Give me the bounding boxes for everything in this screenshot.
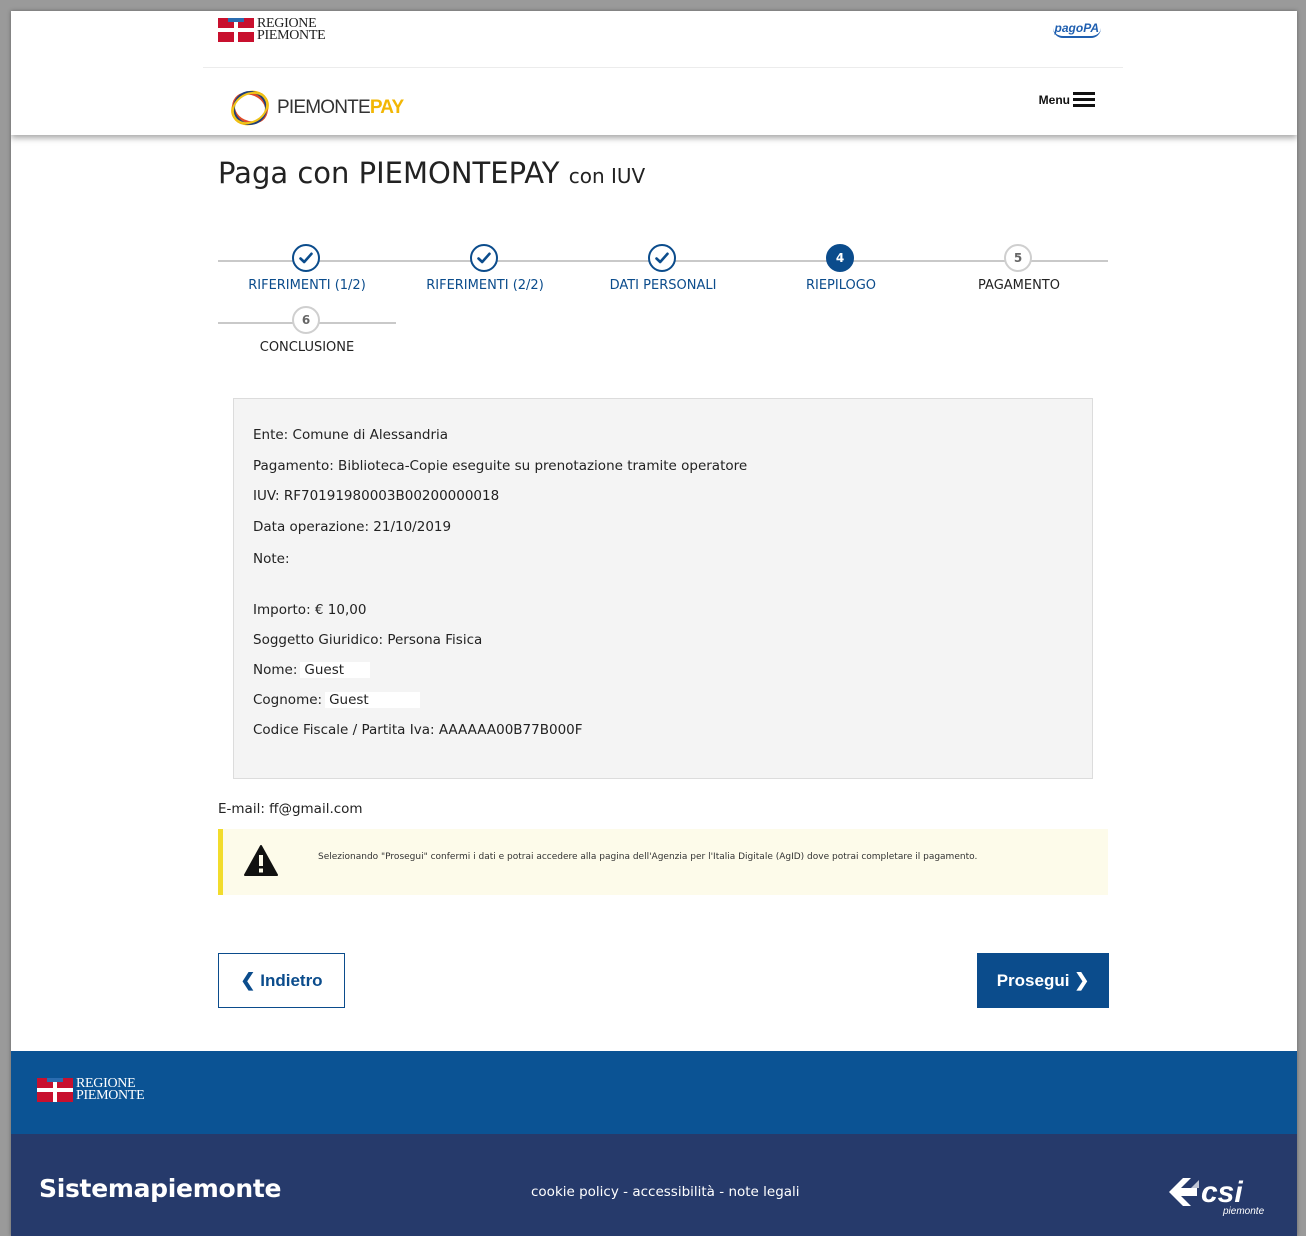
step-pagamento: 5 PAGAMENTO xyxy=(930,243,1108,303)
browser-page: REGIONE PIEMONTE pagoPA PIEMONTEPAY Menu… xyxy=(11,11,1297,1236)
warning-message: Selezionando "Prosegui" confermi i dati … xyxy=(318,852,978,862)
accessibility-link[interactable]: accessibilità xyxy=(632,1184,715,1200)
page-title-suffix: con IUV xyxy=(568,164,646,188)
nome-value: Guest xyxy=(300,662,371,678)
nome-label: Nome: xyxy=(253,662,298,678)
piemontepay-ring-icon xyxy=(231,90,269,126)
regione-piemonte-logo[interactable]: REGIONE PIEMONTE xyxy=(218,17,326,43)
legal-notes-link[interactable]: note legali xyxy=(728,1184,799,1200)
footer-regione-logo[interactable]: REGIONE PIEMONTE xyxy=(37,1077,145,1103)
csi-logo-sub: piemonte xyxy=(1222,1206,1265,1217)
csi-piemonte-logo[interactable]: csi piemonte xyxy=(1161,1170,1273,1218)
cognome-label: Cognome: xyxy=(253,692,323,708)
step-riferimenti-1: RIFERIMENTI (1/2) xyxy=(218,243,396,303)
footer-link-separator: - xyxy=(714,1184,729,1200)
summary-panel: Ente: Comune di Alessandria Pagamento: B… xyxy=(233,398,1093,779)
brand-pay-text: PAY xyxy=(369,97,404,118)
step-label: DATI PERSONALI xyxy=(609,278,717,293)
pagopa-logo[interactable]: pagoPA xyxy=(1052,21,1101,38)
header-brand-bar: PIEMONTEPAY Menu xyxy=(203,67,1123,135)
brand-piemonte-text: PIEMONTE xyxy=(277,97,371,118)
check-icon xyxy=(292,244,320,272)
data-operazione-field: Data operazione: 21/10/2019 xyxy=(253,519,452,535)
next-button-label: Prosegui xyxy=(996,970,1070,990)
pagamento-field: Pagamento: Biblioteca-Copie eseguite su … xyxy=(253,458,748,474)
header: REGIONE PIEMONTE pagoPA PIEMONTEPAY Menu xyxy=(11,11,1297,135)
step-label: CONCLUSIONE xyxy=(259,340,355,355)
regione-logo-line2: PIEMONTE xyxy=(257,28,326,43)
warning-banner: Selezionando "Prosegui" confermi i dati … xyxy=(218,829,1108,895)
hamburger-icon xyxy=(1073,89,1095,110)
header-top-bar: REGIONE PIEMONTE pagoPA xyxy=(203,11,1123,68)
email-field: E-mail: ff@gmail.com xyxy=(218,801,363,817)
step-label: RIFERIMENTI (1/2) xyxy=(248,278,366,293)
importo-field: Importo: € 10,00 xyxy=(253,602,367,618)
step-number: 6 xyxy=(292,306,320,334)
soggetto-giuridico-field: Soggetto Giuridico: Persona Fisica xyxy=(253,632,483,648)
step-conclusione: 6 CONCLUSIONE xyxy=(218,305,396,365)
next-button[interactable]: Prosegui ❯ xyxy=(977,953,1109,1008)
step-label: RIFERIMENTI (2/2) xyxy=(426,278,544,293)
footer-bottom-bar: Sistemapiemonte cookie policy - accessib… xyxy=(11,1134,1297,1236)
check-icon xyxy=(470,244,498,272)
nome-field: Nome: Guest xyxy=(253,662,371,678)
page-title-main: Paga con PIEMONTEPAY xyxy=(218,156,560,190)
menu-label: Menu xyxy=(1038,92,1070,107)
cognome-field: Cognome: Guest xyxy=(253,692,421,708)
regione-flag-icon xyxy=(37,1078,73,1102)
footer-regione-line2: PIEMONTE xyxy=(76,1088,145,1103)
chevron-left-icon: ❮ xyxy=(240,970,256,990)
iuv-field: IUV: RF70191980003B00200000018 xyxy=(253,488,500,504)
regione-flag-icon xyxy=(218,18,254,42)
footer-link-separator: - xyxy=(618,1184,633,1200)
footer-links: cookie policy - accessibilità - note leg… xyxy=(531,1184,800,1200)
step-label: PAGAMENTO xyxy=(978,278,1060,293)
sistemapiemonte-brand: Sistemapiemonte xyxy=(39,1174,282,1203)
codice-fiscale-field: Codice Fiscale / Partita Iva: AAAAAA00B7… xyxy=(253,722,583,738)
page-title: Paga con PIEMONTEPAY con IUV xyxy=(218,156,645,190)
warning-icon xyxy=(244,845,278,876)
back-button-label: Indietro xyxy=(260,970,323,990)
cookie-policy-link[interactable]: cookie policy xyxy=(531,1184,619,1200)
step-riepilogo: 4 RIEPILOGO xyxy=(752,243,930,303)
csi-logo-text: csi xyxy=(1201,1176,1243,1209)
step-number: 4 xyxy=(826,244,854,272)
menu-button[interactable]: Menu xyxy=(1039,89,1095,110)
step-number: 5 xyxy=(1004,244,1032,272)
cognome-value: Guest xyxy=(325,692,421,708)
note-field: Note: xyxy=(253,551,290,567)
step-label: RIEPILOGO xyxy=(805,278,877,293)
check-icon xyxy=(648,244,676,272)
back-button[interactable]: ❮ Indietro xyxy=(218,953,345,1008)
step-riferimenti-2: RIFERIMENTI (2/2) xyxy=(396,243,574,303)
step-dati-personali: DATI PERSONALI xyxy=(574,243,752,303)
footer-region-bar: REGIONE PIEMONTE xyxy=(11,1051,1297,1134)
chevron-right-icon: ❯ xyxy=(1074,970,1090,990)
ente-field: Ente: Comune di Alessandria xyxy=(253,427,449,443)
piemontepay-logo[interactable]: PIEMONTEPAY xyxy=(227,85,404,131)
